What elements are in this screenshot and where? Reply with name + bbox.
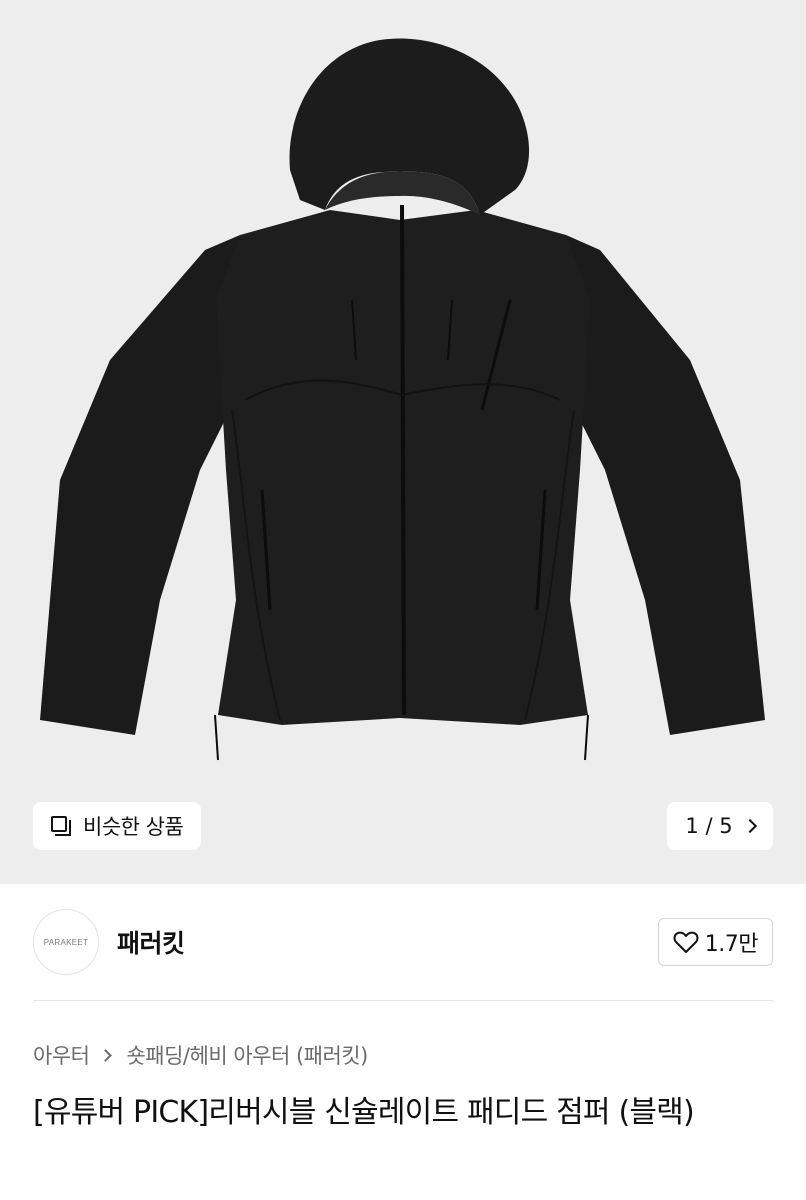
chevron-right-icon	[742, 818, 757, 834]
hem-drawcord-right	[584, 714, 589, 761]
stack-icon	[49, 814, 73, 838]
hem-drawcord-left	[214, 714, 219, 761]
breadcrumb-subcategory[interactable]: 숏패딩/헤비 아우터 (패러킷)	[126, 1040, 368, 1070]
shop-row: PARAKEET 패러킷 1.7만	[33, 908, 773, 976]
jacket-illustration	[40, 38, 765, 761]
shop-logo[interactable]: PARAKEET	[33, 909, 99, 975]
shop-name[interactable]: 패러킷	[117, 924, 185, 960]
image-pager[interactable]: 1 / 5	[667, 802, 773, 850]
similar-products-label: 비슷한 상품	[83, 815, 184, 839]
breadcrumb-category[interactable]: 아우터	[33, 1040, 90, 1070]
left-sleeve	[40, 235, 240, 735]
divider	[33, 1000, 773, 1001]
product-image[interactable]: 비슷한 상품 1 / 5	[0, 0, 806, 884]
shop-logo-text: PARAKEET	[43, 937, 89, 947]
like-button[interactable]: 1.7만	[657, 918, 773, 966]
pager-text: 1 / 5	[685, 814, 733, 838]
similar-products-button[interactable]: 비슷한 상품	[33, 802, 202, 850]
right-sleeve	[566, 235, 765, 735]
chevron-right-icon	[99, 1048, 113, 1062]
center-zipper	[400, 204, 406, 716]
like-count: 1.7만	[704, 932, 759, 957]
breadcrumb: 아우터 숏패딩/헤비 아우터 (패러킷)	[33, 1040, 368, 1070]
product-title: [유튜버 PICK]리버시블 신슐레이트 패디드 점퍼 (블랙)	[33, 1095, 695, 1130]
heart-icon	[673, 931, 699, 953]
